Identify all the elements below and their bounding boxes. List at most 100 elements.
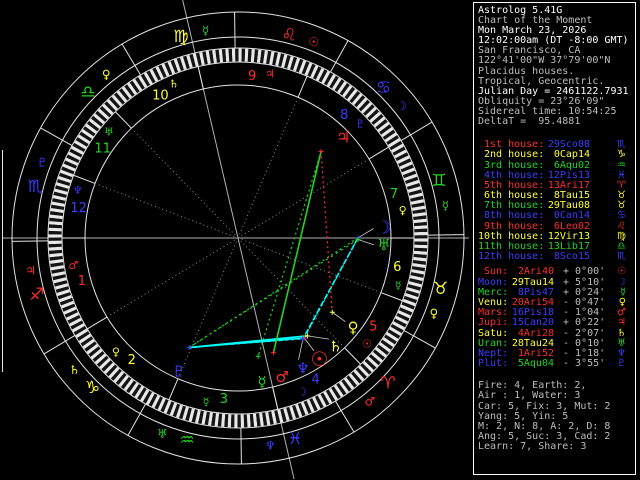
planet-position-list: Sun: 2Ari40 + 0°00' ☉ Moon: 29Tau14 + 5°10' ☽ M…	[478, 267, 635, 369]
house-number-3: 3	[220, 392, 228, 407]
sign-boundary	[240, 427, 242, 464]
aspect-trine-line	[257, 151, 322, 357]
sign-ruler-icon: ☿	[442, 199, 449, 213]
house-cusp-spoke	[237, 97, 299, 239]
house-cusp-segment	[344, 347, 361, 365]
sign-boundary	[43, 335, 76, 355]
house-row: 2nd house: 0Cap14 ♑	[478, 150, 635, 160]
house-cusp-list: 1st house: 29Sco08 ♏ 2nd house: 0Cap14 ♑ 3r…	[478, 139, 635, 263]
house-number-4: 4	[311, 373, 319, 388]
house-cusp-segment	[87, 316, 108, 330]
house-label: 12th house:	[478, 251, 545, 263]
planet-uranus-icon: ♅	[377, 236, 390, 254]
sign-ruler-icon: ☉	[308, 35, 319, 49]
planet-venus-icon: ♀	[348, 319, 359, 337]
header-line: DeltaT = 95.4881	[478, 116, 581, 128]
house-ruler-icon: ♀	[112, 345, 120, 358]
sign-ruler-icon: ♀	[102, 67, 111, 81]
sign-ruler-icon: ♄	[69, 363, 80, 377]
sign-taurus-icon: ♉	[433, 279, 448, 299]
aspect-lines	[188, 151, 359, 357]
house-number-10: 10	[152, 88, 169, 103]
aspect-trine-line	[188, 237, 359, 349]
house-number-8: 8	[340, 108, 348, 123]
house-cusp-segment	[197, 66, 204, 90]
planet-label: Plut:	[478, 358, 509, 370]
house-cusp-spoke	[131, 128, 239, 239]
planet-icon: ♇	[617, 358, 626, 370]
planet-pointer-line	[357, 239, 374, 246]
house-number-12: 12	[70, 201, 87, 216]
planet-sun-icon: ☉	[311, 347, 329, 371]
planet-row: Jupi: 15Can20 + 0°22' ♃	[478, 318, 635, 328]
house-number-6: 6	[393, 260, 401, 275]
house-row: 12th house: 8Sco15 ♏	[478, 251, 635, 263]
chart-wheel: ♈♂♉♀♊☿♋☽♌ ☉♍ ☿♎♀♏♇♐♃♑♄♒♅ ♓♆1♂2♀3☿4☽5☉6☿7♀8♇…	[2, 0, 469, 480]
planet-icon: ♃	[617, 317, 626, 329]
planet-neptune-icon: ♆	[296, 360, 309, 378]
chart-header: Astrolog 5.41G Chart of the Moment Mon Mar…	[478, 5, 635, 128]
sign-aquarius-icon: ♒	[179, 431, 194, 451]
house-ruler-icon: ♇	[355, 118, 365, 131]
sign-ruler-icon: ☿	[202, 24, 209, 38]
planet-position-value: 5Aqu04	[511, 358, 554, 370]
sign-pisces-icon: ♓	[288, 429, 303, 449]
house-number-1: 1	[78, 274, 86, 289]
sign-ruler-icon: ♆	[265, 438, 276, 452]
planet-position-value: 15Can20	[511, 317, 554, 329]
sign-ruler-icon: ♂	[364, 395, 375, 409]
axis-lines	[2, 0, 469, 480]
sign-virgo-icon: ♍	[173, 27, 188, 47]
house-ruler-icon: ☿	[203, 395, 210, 408]
planet-saturn-icon: ♄	[329, 338, 342, 356]
sign-cancer-icon: ♋	[376, 78, 391, 98]
sign-ruler-icon: ♃	[25, 263, 36, 277]
sign-aries-icon: ♈	[380, 374, 395, 394]
sign-ruler-icon: ♅	[157, 427, 168, 441]
sign-ruler-icon: ♇	[37, 155, 48, 169]
astrolog-screen: ♈ ♂ ♉ ♀ ♊ ☿ ♋ ☽ ♌ ☉ ♍ ☿ ♎ ♀ ♏ ♇ ♐ ♃ ♑ ♄ ♒ ♅ ♓ ♆ 1 ♂ 2 ♀ 3 ☿ 4 ☽ 5 ☉ 6 ☿ 7 ♀ 8 ♇…	[0, 0, 640, 480]
sign-boundary	[40, 127, 73, 146]
sign-libra-icon: ♎	[80, 82, 95, 102]
planet-row: Plut: 5Aqu04 - 3°55' ♇	[478, 358, 635, 370]
house-cusp-spoke	[107, 237, 239, 317]
house-ruler-icon: ♆	[73, 184, 83, 197]
sign-boundary	[400, 121, 433, 141]
house-cusp-segment	[368, 146, 389, 160]
planet-ring: ☉ ☽ ☿ ♀ ♂ ♃ ♄ ♅ ♆ ♇	[172, 127, 391, 391]
sign-leo-icon: ♌	[281, 25, 296, 45]
house-ruler-icon: ♂	[68, 259, 78, 272]
sign-boundary	[121, 43, 141, 76]
house-cusp-segment	[168, 378, 179, 401]
sign-boundary	[403, 330, 436, 349]
sign-scorpio-icon: ♏	[28, 177, 43, 197]
sign-boundary	[234, 12, 236, 49]
sign-ruler-icon: ♀	[429, 307, 438, 321]
planet-mars-icon: ♂	[275, 368, 288, 386]
planet-velocity: - 3°55'	[563, 358, 606, 370]
planet-pointer-line	[307, 335, 329, 340]
planet-moon-icon: ☽	[376, 217, 392, 238]
house-cusp-segment	[115, 111, 132, 129]
house-cusp-spoke	[95, 183, 239, 239]
house-ruler-icon: ♃	[265, 68, 275, 81]
house-ruler-icon: ☿	[395, 279, 402, 292]
house-ruler-icon: ☽	[297, 386, 307, 399]
house-label: 2nd house:	[478, 149, 545, 161]
sign-boundary	[335, 400, 355, 433]
zodiac-sign-icon: ♏	[617, 251, 626, 263]
sign-sagittarius-icon: ♐	[29, 285, 44, 305]
house-cusp-segment	[272, 386, 279, 410]
house-cusp-spoke	[237, 237, 381, 293]
house-cusp-segment	[380, 292, 403, 302]
house-cusp-value: 8Sco15	[547, 251, 590, 263]
house-ruler-icon: ♅	[104, 126, 114, 139]
house-cusp-value: 0Cap14	[547, 149, 590, 161]
planet-mercury-icon: ☿	[257, 373, 266, 391]
sign-ruler-icon: ☽	[396, 99, 407, 113]
house-number-5: 5	[369, 320, 377, 335]
house-ruler-icon: ♄	[169, 77, 179, 90]
house-number-7: 7	[390, 187, 398, 202]
house-cusp-spoke	[177, 237, 239, 379]
planet-pluto-icon: ♇	[172, 363, 185, 381]
